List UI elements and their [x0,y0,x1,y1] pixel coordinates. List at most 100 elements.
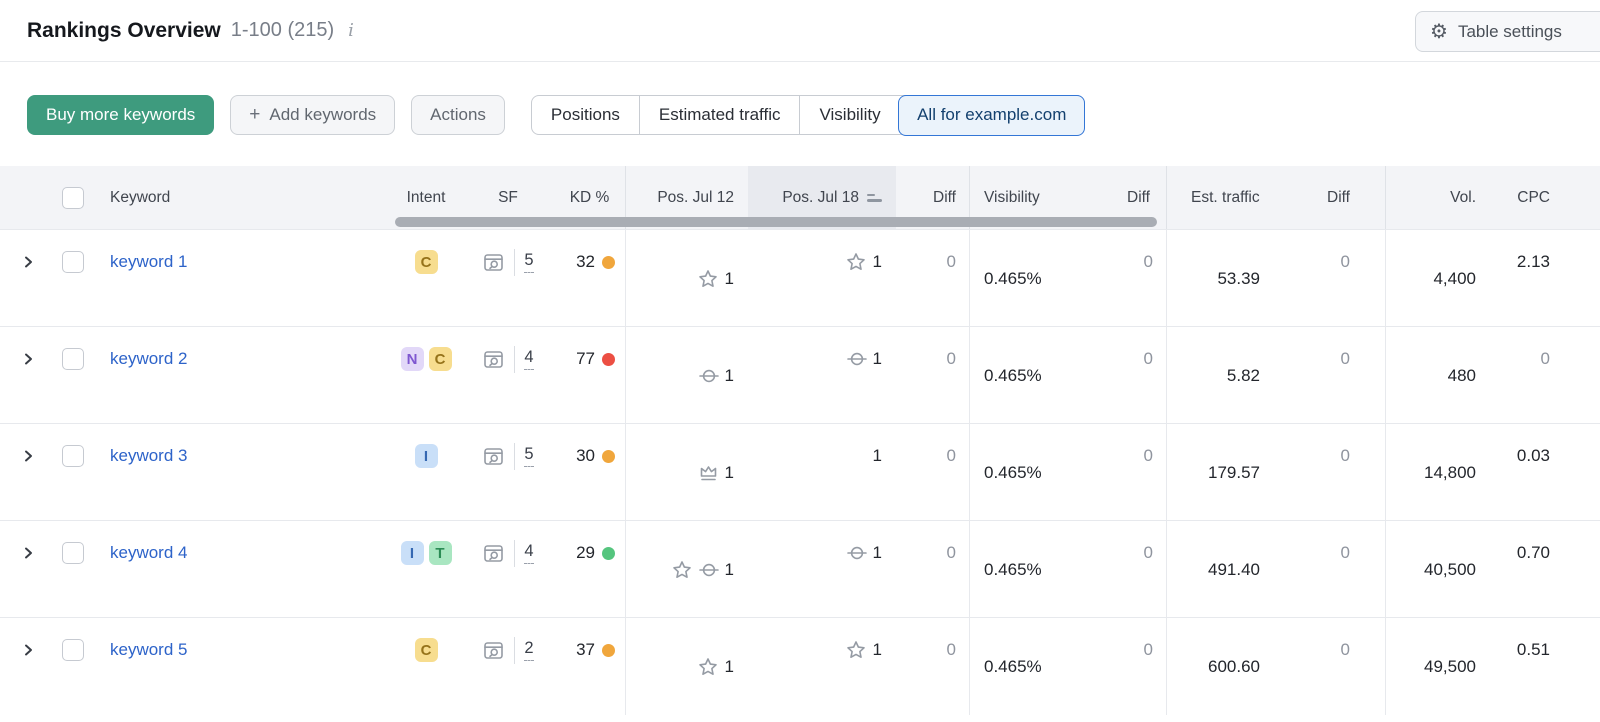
serp-features-count[interactable]: 4 [524,542,533,564]
divider [514,249,515,276]
chevron-right-icon [20,254,36,270]
row-checkbox[interactable] [62,251,84,273]
row-checkbox[interactable] [62,445,84,467]
position-diff: 0 [896,328,969,390]
intent-badge-transactional[interactable]: T [429,541,452,565]
tab-estimated-traffic[interactable]: Estimated traffic [639,96,800,134]
serp-features-icon[interactable] [482,445,505,468]
pos-jul12: 1 [625,618,748,715]
table-settings-label: Table settings [1458,22,1562,42]
serp-features-count[interactable]: 2 [524,639,533,661]
pos-jul12: 1 [625,230,748,327]
tab-positions[interactable]: Positions [532,96,639,134]
kd-difficulty-dot [602,450,615,463]
intent-cell: NC [390,328,462,390]
header-cell-diff-traffic[interactable]: Diff [1286,166,1385,229]
keyword-link[interactable]: keyword 4 [104,543,187,563]
link-icon [699,562,719,578]
serp-features-cell: 2 [462,619,554,681]
keyword-cell: keyword 5 [104,619,390,681]
pos-jul12-value: 1 [725,463,734,483]
table-row: keyword 2NC4771100.465%05.8204800 [0,326,1600,423]
intent-badge-commercial[interactable]: C [415,638,438,662]
visibility-value: 0.465% [969,618,1089,715]
keyword-link[interactable]: keyword 2 [104,349,187,369]
kd-difficulty-dot [602,353,615,366]
row-checkbox-cell [56,231,104,293]
row-expander[interactable] [0,619,56,681]
serp-features-cell: 5 [462,425,554,487]
keyword-cell: keyword 1 [104,231,390,293]
row-checkbox-cell [56,425,104,487]
header-cell-cpc[interactable]: CPC [1490,166,1600,229]
serp-features-icon[interactable] [482,251,505,274]
serp-features-count[interactable]: 5 [524,251,533,273]
intent-badge-commercial[interactable]: C [429,347,452,371]
keyword-link[interactable]: keyword 1 [104,252,187,272]
volume-value: 14,800 [1385,424,1490,521]
row-checkbox[interactable] [62,639,84,661]
serp-features-icon[interactable] [482,348,505,371]
cpc-value: 0 [1490,328,1600,390]
pos-jul18-value: 1 [873,349,882,369]
select-all-checkbox[interactable] [62,187,84,209]
visibility-diff: 0 [1089,619,1166,681]
est-traffic-value: 53.39 [1166,230,1286,327]
cpc-value: 2.13 [1490,231,1600,293]
header-cell-keyword[interactable]: Keyword [104,166,390,229]
keyword-cell: keyword 4 [104,522,390,584]
kd-difficulty-dot [602,644,615,657]
tab-visibility[interactable]: Visibility [799,96,899,134]
buy-more-keywords-button[interactable]: Buy more keywords [27,95,214,135]
serp-features-cell: 4 [462,522,554,584]
star-icon [845,639,867,661]
row-expander[interactable] [0,425,56,487]
serp-features-count[interactable]: 5 [524,445,533,467]
table-settings-button[interactable]: ⚙ Table settings [1415,11,1600,52]
row-expander[interactable] [0,522,56,584]
row-expander[interactable] [0,231,56,293]
kd-cell: 77 [554,328,625,390]
actions-button[interactable]: Actions [411,95,505,135]
header-cell-checkbox [56,166,104,229]
position-diff: 0 [896,522,969,584]
tab-all-for-examplecom[interactable]: All for example.com [898,95,1085,136]
pos-jul12-value: 1 [725,560,734,580]
keyword-link[interactable]: keyword 5 [104,640,187,660]
intent-badge-navigational[interactable]: N [401,347,424,371]
intent-badge-informational[interactable]: I [415,444,438,468]
intent-badge-commercial[interactable]: C [415,250,438,274]
kd-value: 77 [576,349,595,369]
kd-cell: 29 [554,522,625,584]
serp-features-icon[interactable] [482,542,505,565]
pos-jul12: 1 [625,327,748,424]
row-checkbox-cell [56,522,104,584]
header-cell-volume[interactable]: Vol. [1385,166,1490,229]
info-icon[interactable]: i [348,20,354,41]
star-icon [697,268,719,290]
intent-cell: IT [390,522,462,584]
row-checkbox[interactable] [62,542,84,564]
volume-value: 49,500 [1385,618,1490,715]
table-row: keyword 1C5321100.465%053.3904,4002.13 [0,229,1600,326]
serp-features-icon[interactable] [482,639,505,662]
page-title: Rankings Overview [27,19,221,43]
header-cell-est-traffic[interactable]: Est. traffic [1166,166,1286,229]
result-range: 1-100 (215) [231,19,334,42]
horizontal-scrollbar-thumb[interactable] [395,217,1157,227]
pos-jul12-value: 1 [725,269,734,289]
visibility-diff: 0 [1089,425,1166,487]
traffic-diff: 0 [1286,619,1385,681]
keyword-link[interactable]: keyword 3 [104,446,187,466]
add-keywords-button[interactable]: + Add keywords [230,95,395,135]
keyword-cell: keyword 3 [104,425,390,487]
kd-cell: 37 [554,619,625,681]
star-icon [671,559,693,581]
chevron-right-icon [20,448,36,464]
serp-features-count[interactable]: 4 [524,348,533,370]
intent-badge-informational[interactable]: I [401,541,424,565]
row-checkbox[interactable] [62,348,84,370]
star-icon [845,251,867,273]
row-expander[interactable] [0,328,56,390]
intent-cell: I [390,425,462,487]
